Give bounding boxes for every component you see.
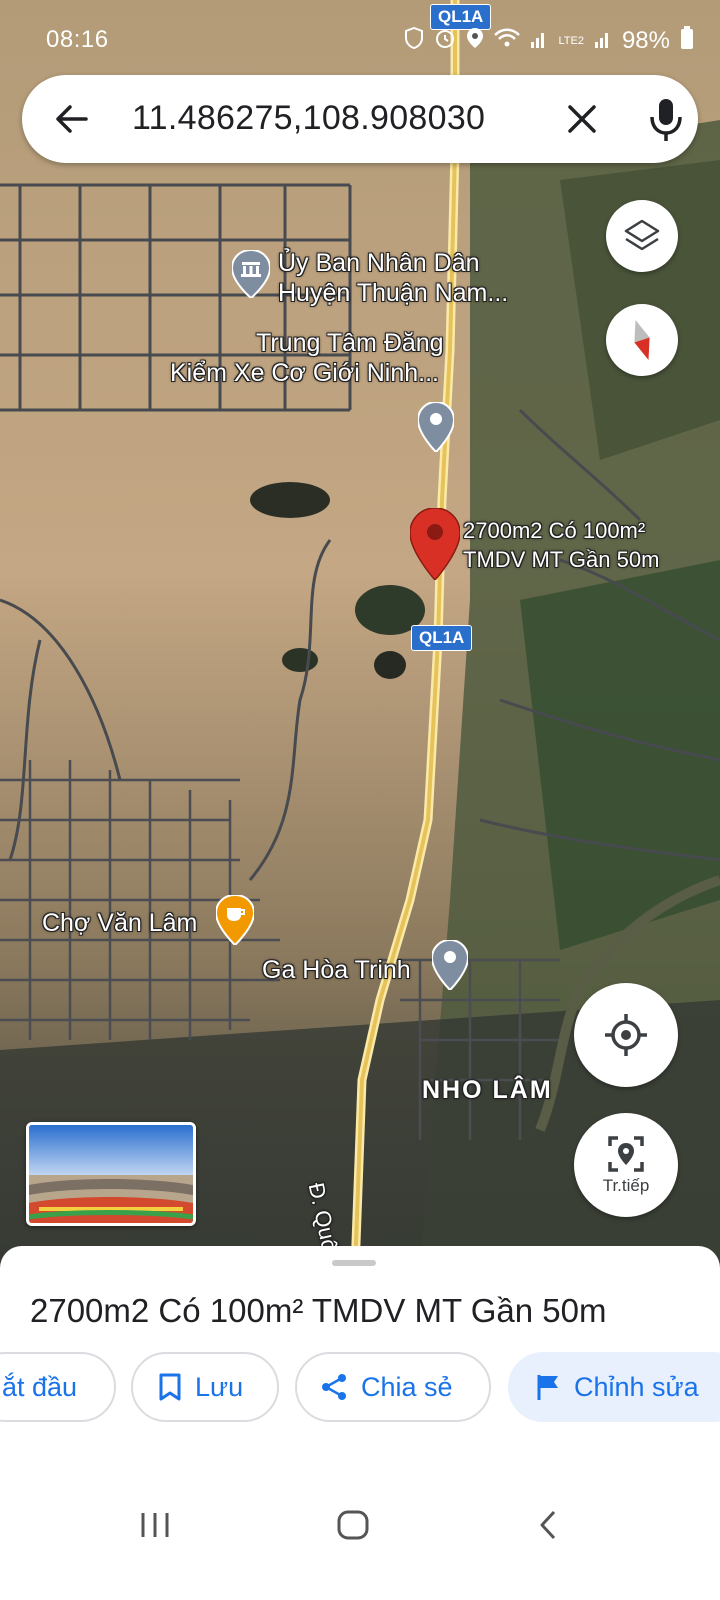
sheet-drag-handle[interactable] — [332, 1260, 376, 1266]
battery-icon — [680, 26, 694, 56]
save-label: Lưu — [195, 1371, 244, 1402]
search-query[interactable]: 11.486275,108.908030 — [132, 99, 485, 138]
status-bar: 08:16 LTE2 98% — [0, 22, 720, 62]
poi-label-line: Huyện Thuận Nam... — [278, 279, 509, 307]
alarm-icon — [434, 27, 456, 55]
navigate-button[interactable]: Tr.tiếp — [574, 1113, 678, 1217]
area-label-nho-lam: NHO LÂM — [422, 1076, 553, 1104]
lte-label: LTE2 — [558, 34, 584, 47]
start-label: ắt đầu — [2, 1371, 78, 1402]
status-icons: LTE2 98% — [404, 26, 694, 56]
edit-button[interactable]: Chỉnh sửa — [508, 1352, 720, 1422]
poi-government-icon — [230, 248, 272, 305]
explore-nearby-icon — [608, 1136, 644, 1172]
place-title: 2700m2 Có 100m² TMDV MT Gần 50m — [30, 1292, 607, 1329]
poi-label-ubnd[interactable]: Ủy Ban Nhân Dân Huyện Thuận Nam... — [278, 248, 508, 308]
recent-apps-icon[interactable] — [138, 1510, 172, 1545]
home-icon[interactable] — [336, 1509, 370, 1546]
battery-percent: 98% — [621, 27, 670, 54]
poi-label-line: Kiểm Xe Cơ Giới Ninh... — [170, 359, 439, 387]
status-time: 08:16 — [46, 26, 109, 53]
bookmark-icon — [159, 1373, 181, 1401]
start-button[interactable]: ắt đầu — [0, 1352, 116, 1422]
search-bar[interactable]: 11.486275,108.908030 — [22, 75, 698, 163]
pin-label-line: TMDV MT Gần 50m — [463, 547, 660, 572]
station-pin-icon[interactable] — [430, 938, 470, 995]
location-status-icon — [466, 27, 484, 55]
share-button[interactable]: Chia sẻ — [295, 1352, 491, 1422]
wifi-icon — [494, 28, 521, 54]
signal-icon — [530, 28, 548, 54]
layers-icon — [624, 219, 660, 251]
poi-label-inspection-center[interactable]: Trung Tâm Đăng Kiểm Xe Cơ Giới Ninh... — [170, 328, 444, 388]
share-label: Chia sẻ — [361, 1371, 453, 1402]
signal-icon-2 — [594, 28, 612, 54]
selected-place-pin-icon[interactable] — [409, 507, 461, 585]
poi-generic-pin-icon[interactable] — [416, 400, 456, 457]
edit-label: Chỉnh sửa — [574, 1371, 699, 1402]
layers-button[interactable] — [606, 200, 678, 272]
my-location-icon — [605, 1014, 647, 1056]
back-nav-icon[interactable] — [536, 1509, 560, 1546]
share-icon — [322, 1374, 346, 1400]
street-view-image — [29, 1125, 193, 1223]
poi-label-market[interactable]: Chợ Văn Lâm — [42, 908, 197, 938]
poi-label-station[interactable]: Ga Hòa Trinh — [262, 955, 411, 985]
save-button[interactable]: Lưu — [131, 1352, 279, 1422]
pin-label-line: 2700m2 Có 100m² — [463, 518, 646, 543]
shield-status-icon — [404, 26, 424, 55]
road-shield-ql1a: QL1A — [411, 625, 473, 651]
microphone-icon[interactable] — [644, 95, 688, 143]
selected-place-label: 2700m2 Có 100m² TMDV MT Gần 50m — [463, 516, 659, 574]
my-location-button[interactable] — [574, 983, 678, 1087]
street-view-thumbnail[interactable] — [26, 1122, 196, 1226]
compass-button[interactable] — [606, 304, 678, 376]
compass-icon — [634, 320, 650, 360]
poi-label-line: Ủy Ban Nhân Dân — [278, 249, 480, 277]
poi-label-line: Trung Tâm Đăng — [256, 329, 444, 357]
cafe-pin-icon[interactable] — [214, 893, 256, 950]
navigate-label: Tr.tiếp — [602, 1176, 650, 1195]
back-arrow-icon[interactable] — [48, 95, 96, 143]
close-icon[interactable] — [560, 97, 604, 141]
flag-icon — [537, 1375, 558, 1400]
system-nav-bar — [0, 1480, 720, 1570]
